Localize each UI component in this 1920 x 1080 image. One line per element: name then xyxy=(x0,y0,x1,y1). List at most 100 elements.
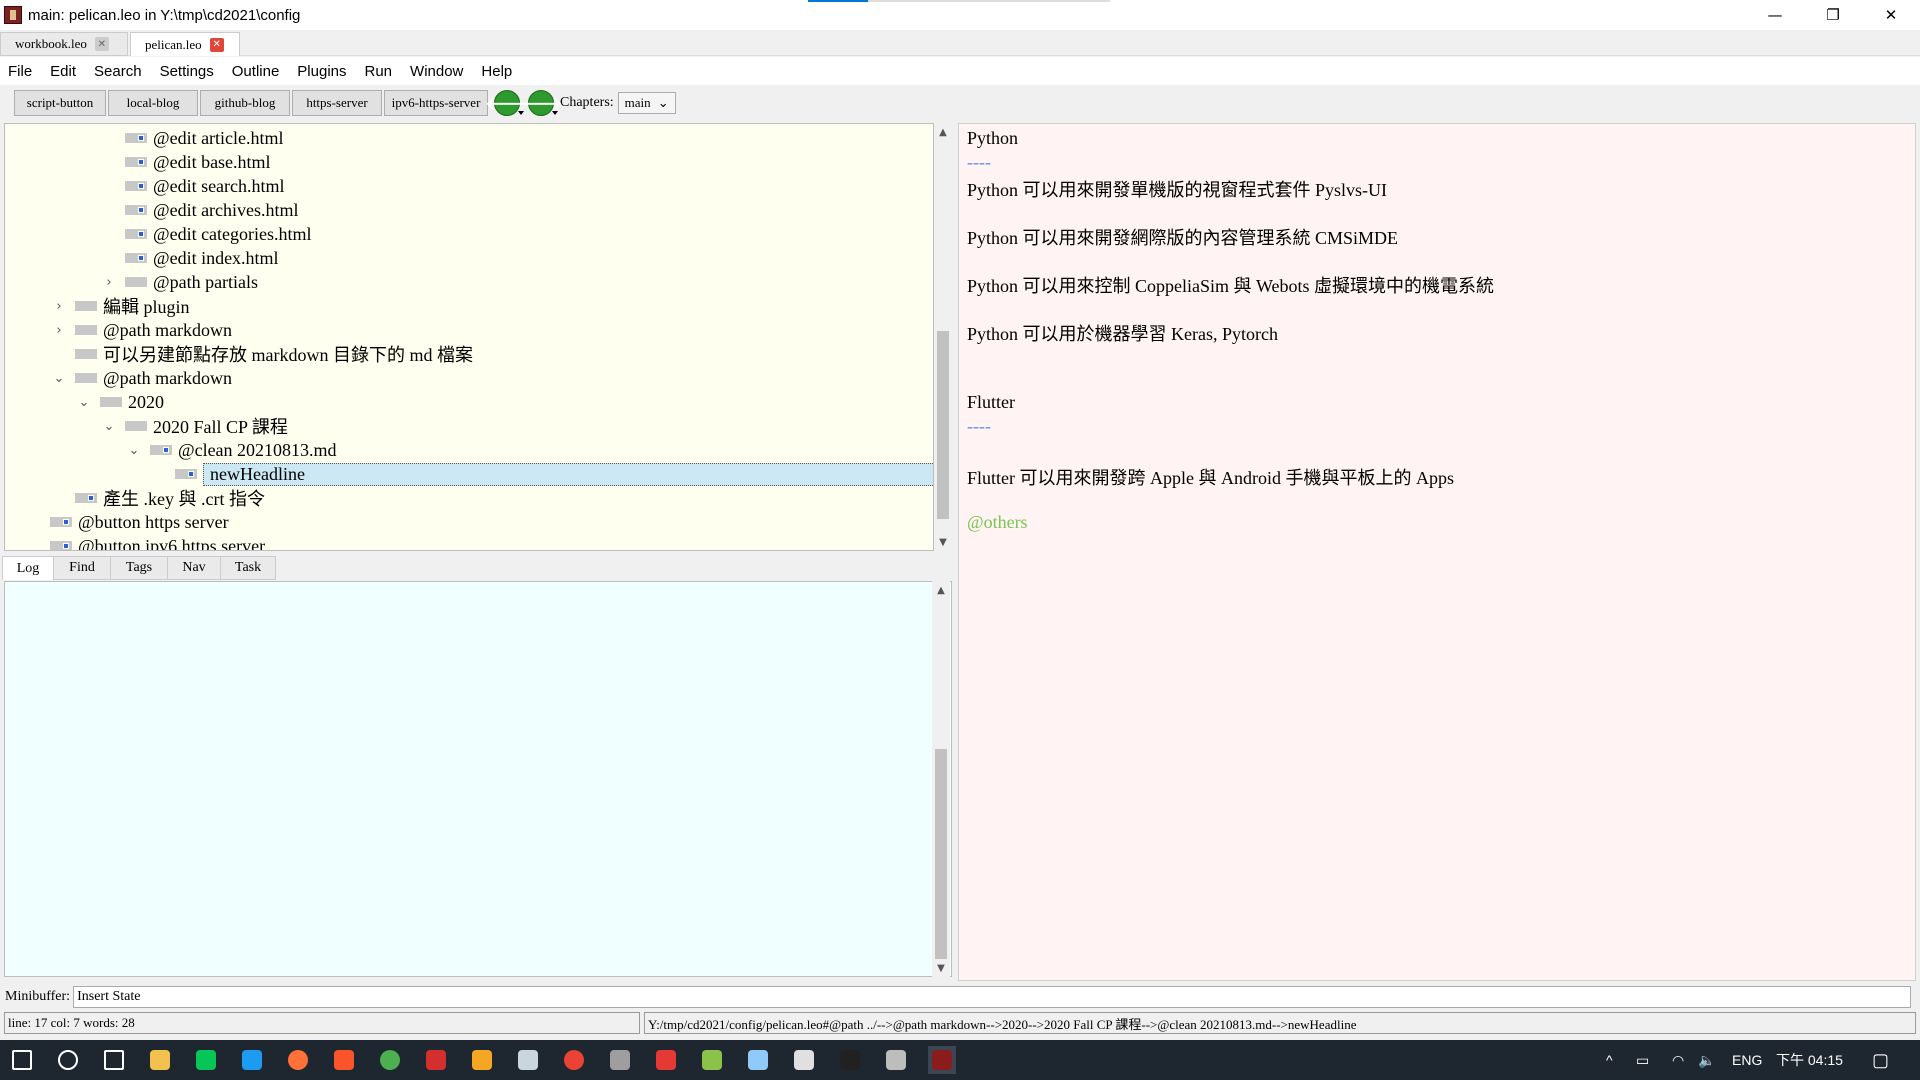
ipv6-https-server-button[interactable]: ipv6-https-server xyxy=(384,90,488,116)
volume-icon[interactable]: 🔈 xyxy=(1698,1040,1715,1080)
github-blog-button[interactable]: github-blog xyxy=(200,90,290,116)
body-editor[interactable]: Python ---- Python 可以用來開發單機版的視窗程式套件 Pyslvs… xyxy=(958,123,1916,981)
scroll-thumb[interactable] xyxy=(935,749,947,959)
outline-scrollbar[interactable]: ▲ ▼ xyxy=(934,123,952,551)
status-bar: line: 17 col: 7 words: 28 Y:/tmp/cd2021/… xyxy=(0,1012,1920,1036)
outline-node[interactable]: @edit base.html xyxy=(125,150,271,174)
menu-window[interactable]: Window xyxy=(408,63,465,80)
scroll-up-icon[interactable]: ▲ xyxy=(934,123,952,141)
outline-node[interactable]: @edit categories.html xyxy=(125,222,312,246)
scroll-down-icon[interactable]: ▼ xyxy=(934,533,952,551)
outline-node[interactable]: ⌄ 2020 xyxy=(79,390,164,414)
search-icon[interactable] xyxy=(54,1046,82,1074)
maximize-button[interactable]: ❐ xyxy=(1804,0,1862,30)
tab-nav[interactable]: Nav xyxy=(167,556,221,580)
firefox-icon[interactable] xyxy=(284,1046,312,1074)
menu-plugins[interactable]: Plugins xyxy=(295,63,348,80)
minibuffer-input[interactable]: Insert State xyxy=(73,986,1912,1008)
outline-node[interactable]: ⌄ @path markdown xyxy=(54,366,233,390)
menu-edit[interactable]: Edit xyxy=(48,63,78,80)
minimize-button[interactable]: — xyxy=(1746,0,1804,30)
brave-icon[interactable] xyxy=(330,1046,358,1074)
back-arrow-icon[interactable]: 🡐 xyxy=(486,90,528,116)
outline-node[interactable]: › 編輯 plugin xyxy=(56,294,189,318)
local-blog-button[interactable]: local-blog xyxy=(108,90,198,116)
outline-pane[interactable]: @edit article.html @edit base.html @edit s… xyxy=(4,123,934,551)
clock[interactable]: 下午 04:15 xyxy=(1776,1040,1843,1080)
scroll-up-icon[interactable]: ▲ xyxy=(932,581,950,599)
log-scrollbar[interactable]: ▲ ▼ xyxy=(932,581,950,977)
ink-app-icon[interactable] xyxy=(468,1046,496,1074)
https-server-button[interactable]: https-server xyxy=(292,90,382,116)
tab-close-icon[interactable]: ✕ xyxy=(209,37,224,52)
body-line: Python xyxy=(967,128,1019,148)
menu-search[interactable]: Search xyxy=(92,63,144,80)
scroll-down-icon[interactable]: ▼ xyxy=(932,959,950,977)
windows-start-icon[interactable] xyxy=(8,1046,36,1074)
outline-node[interactable]: @edit article.html xyxy=(125,126,284,150)
outline-node[interactable]: 可以另建節點存放 markdown 目錄下的 md 檔案 xyxy=(75,342,473,366)
notification-icon[interactable]: ▢ xyxy=(1872,1040,1889,1080)
chevron-down-icon[interactable]: ⌄ xyxy=(126,443,142,458)
obs-icon[interactable] xyxy=(606,1046,634,1074)
log-pane[interactable] xyxy=(4,581,952,977)
outline-node[interactable]: ⌄ @clean 20210813.md xyxy=(129,438,337,462)
line-app-icon[interactable] xyxy=(192,1046,220,1074)
outline-node[interactable]: newHeadline xyxy=(175,462,933,486)
forward-arrow-icon[interactable]: 🡒 xyxy=(520,90,562,116)
chevron-right-icon[interactable]: › xyxy=(51,323,67,338)
outline-node[interactable]: › @path partials xyxy=(106,270,258,294)
folder-app-icon[interactable] xyxy=(514,1046,542,1074)
chevron-down-icon[interactable]: ⌄ xyxy=(101,419,117,434)
acrobat-icon[interactable] xyxy=(422,1046,450,1074)
outline-node[interactable]: 產生 .key 與 .crt 指令 xyxy=(75,486,265,510)
red-app-icon[interactable] xyxy=(652,1046,680,1074)
tab-find[interactable]: Find xyxy=(53,556,111,580)
tray-chevron-icon[interactable]: ^ xyxy=(1606,1040,1613,1080)
tab-task[interactable]: Task xyxy=(220,556,276,580)
close-button[interactable]: ✕ xyxy=(1862,0,1920,30)
terminal-icon[interactable] xyxy=(836,1046,864,1074)
outline-node-label: @edit base.html xyxy=(153,151,271,172)
taskbar-glyph xyxy=(472,1050,492,1070)
outline-node[interactable]: ⌄ 2020 Fall CP 課程 xyxy=(104,414,288,438)
menu-outline[interactable]: Outline xyxy=(230,63,282,80)
chrome-icon[interactable] xyxy=(376,1046,404,1074)
tab-log[interactable]: Log xyxy=(2,556,54,580)
menu-help[interactable]: Help xyxy=(479,63,514,80)
node-icon xyxy=(125,133,147,143)
blue-app-icon[interactable] xyxy=(744,1046,772,1074)
tab-close-icon[interactable]: ✕ xyxy=(94,37,109,51)
outline-node[interactable]: @edit index.html xyxy=(125,246,279,270)
chevron-right-icon[interactable]: › xyxy=(51,299,67,314)
edge-icon[interactable] xyxy=(238,1046,266,1074)
outline-node[interactable]: @edit archives.html xyxy=(125,198,299,222)
outline-node[interactable]: @edit search.html xyxy=(125,174,285,198)
task-view-icon[interactable] xyxy=(100,1046,128,1074)
chapters-select[interactable]: main ⌄ xyxy=(617,92,676,114)
leo-app-icon xyxy=(4,6,22,24)
menu-file[interactable]: File xyxy=(6,63,34,80)
chevron-down-icon[interactable]: ⌄ xyxy=(76,395,92,410)
scroll-thumb[interactable] xyxy=(937,331,949,519)
file-explorer-icon[interactable] xyxy=(146,1046,174,1074)
chevron-down-icon[interactable]: ⌄ xyxy=(51,371,67,386)
leo-app-icon[interactable] xyxy=(928,1046,956,1074)
language-indicator[interactable]: ENG xyxy=(1732,1040,1762,1080)
node-icon[interactable] xyxy=(698,1046,726,1074)
menu-run[interactable]: Run xyxy=(363,63,395,80)
tab-tags[interactable]: Tags xyxy=(110,556,168,580)
settings-app-icon[interactable] xyxy=(882,1046,910,1074)
outline-node[interactable]: @button ipv6 https server xyxy=(50,534,265,550)
chevron-right-icon[interactable]: › xyxy=(101,275,117,290)
outline-node[interactable]: › @path markdown xyxy=(56,318,232,342)
chromium-icon[interactable] xyxy=(560,1046,588,1074)
menu-settings[interactable]: Settings xyxy=(158,63,216,80)
wifi-icon[interactable]: ◠ xyxy=(1672,1040,1684,1080)
outline-node[interactable]: @button https server xyxy=(50,510,229,534)
script-button[interactable]: script-button xyxy=(14,90,106,116)
notepad-icon[interactable] xyxy=(790,1046,818,1074)
file-tab-pelican[interactable]: pelican.leo ✕ xyxy=(130,32,240,56)
battery-icon[interactable]: ▭ xyxy=(1636,1040,1649,1080)
file-tab-workbook[interactable]: workbook.leo ✕ xyxy=(0,32,128,56)
